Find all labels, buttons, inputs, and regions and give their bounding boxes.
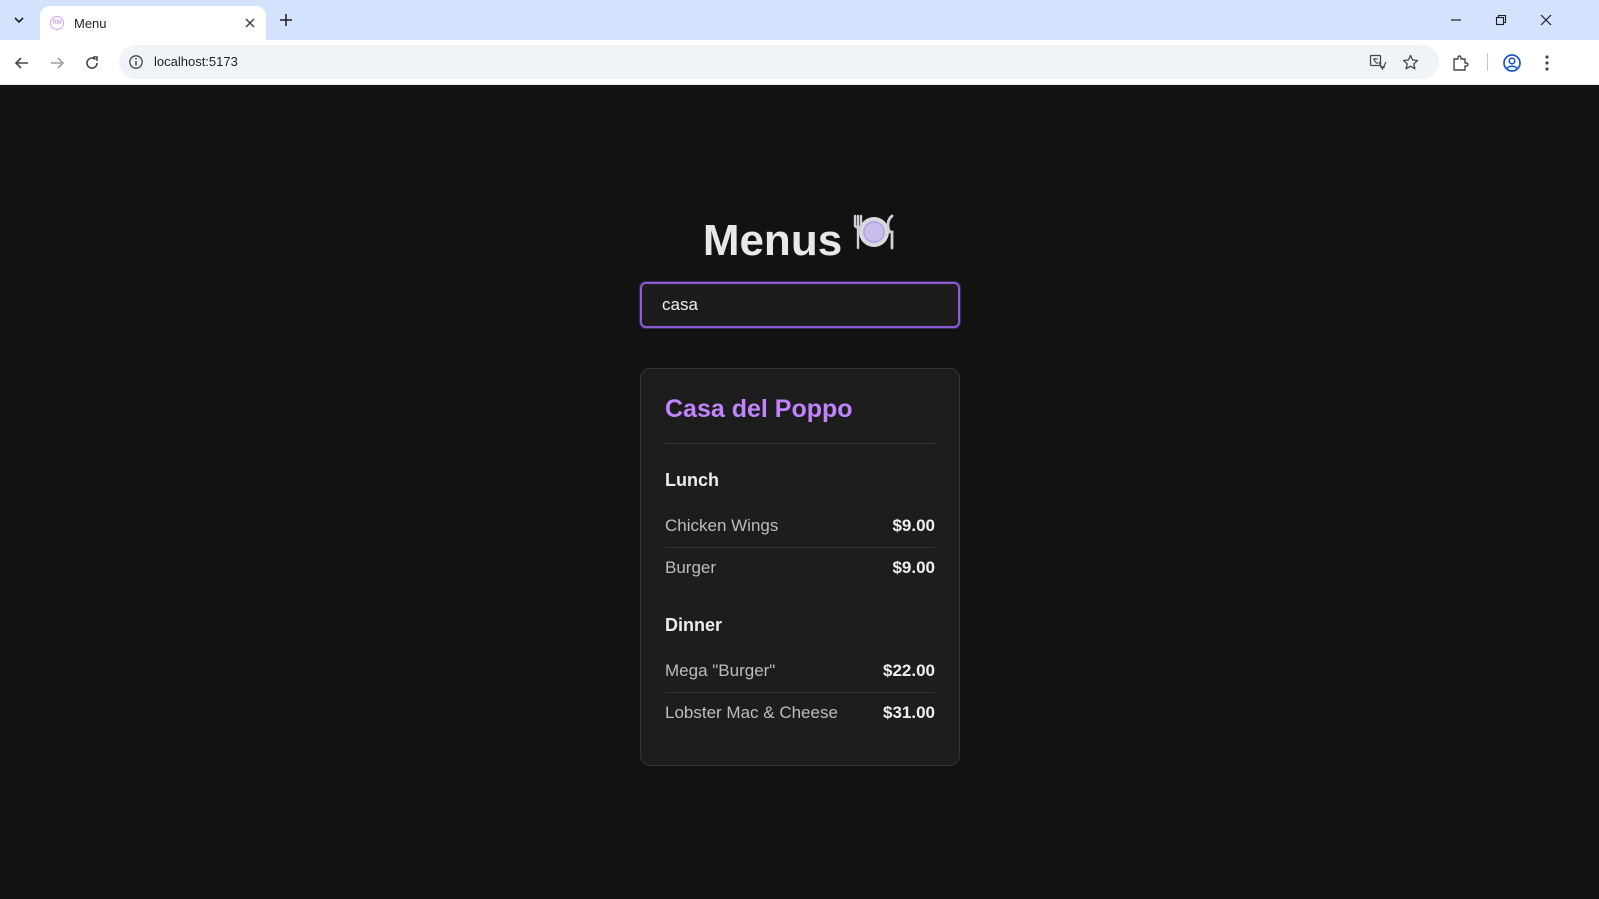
new-tab-plus-icon[interactable] bbox=[274, 8, 298, 32]
menu-item-name: Mega "Burger" bbox=[665, 661, 776, 680]
bookmark-star-icon[interactable] bbox=[1398, 51, 1422, 73]
toolbar-separator bbox=[1487, 53, 1488, 71]
menu-item-name: Chicken Wings bbox=[665, 516, 779, 535]
card-divider bbox=[665, 443, 935, 444]
menu-item-row: Burger $9.00 bbox=[665, 547, 935, 589]
tab-list-chevron-down-icon[interactable] bbox=[6, 8, 32, 32]
browser-toolbar: localhost:5173 bbox=[0, 40, 1599, 85]
menu-item-name: Lobster Mac & Cheese bbox=[665, 703, 838, 722]
profile-avatar-icon[interactable] bbox=[1498, 49, 1526, 77]
page-title-text: Menus bbox=[702, 216, 843, 265]
section-title-dinner: Dinner bbox=[665, 615, 723, 635]
forward-arrow-icon[interactable] bbox=[43, 49, 71, 77]
menu-item-price: $22.00 bbox=[883, 661, 935, 680]
menu-item-row: Lobster Mac & Cheese $31.00 bbox=[665, 692, 935, 734]
site-info-icon[interactable] bbox=[125, 51, 147, 73]
menu-item-price: $9.00 bbox=[892, 558, 935, 577]
page-title: Menus bbox=[0, 212, 1599, 267]
back-arrow-icon[interactable] bbox=[8, 49, 36, 77]
tab-close-icon[interactable] bbox=[240, 13, 260, 33]
tab-favicon-icon: RM bbox=[50, 16, 64, 30]
browser-tab-bar: RM Menu bbox=[0, 0, 1599, 40]
menu-item-row: Chicken Wings $9.00 bbox=[665, 505, 935, 548]
section-title-lunch: Lunch bbox=[665, 470, 719, 490]
menu-item-name: Burger bbox=[665, 558, 717, 577]
restaurant-card: Casa del Poppo Lunch Chicken Wings $9.00… bbox=[640, 368, 960, 766]
plate-with-cutlery-icon bbox=[852, 212, 896, 264]
minimize-icon[interactable] bbox=[1433, 0, 1479, 40]
extensions-puzzle-icon[interactable] bbox=[1446, 49, 1474, 77]
browser-tab[interactable]: RM Menu bbox=[40, 6, 266, 40]
more-menu-icon[interactable] bbox=[1533, 49, 1561, 77]
menu-item-price: $9.00 bbox=[892, 516, 935, 535]
restaurant-name[interactable]: Casa del Poppo bbox=[665, 395, 853, 424]
restore-icon[interactable] bbox=[1478, 0, 1524, 40]
search-input[interactable] bbox=[640, 282, 960, 328]
reload-icon[interactable] bbox=[78, 49, 106, 77]
close-window-icon[interactable] bbox=[1523, 0, 1569, 40]
translate-icon[interactable] bbox=[1366, 51, 1390, 73]
menu-item-row: Mega "Burger" $22.00 bbox=[665, 650, 935, 693]
menu-item-price: $31.00 bbox=[883, 703, 935, 722]
page-content: Menus Casa del Poppo Lunch Chicken Wings… bbox=[0, 85, 1599, 899]
url-text: localhost:5173 bbox=[154, 54, 238, 69]
tab-title: Menu bbox=[74, 15, 107, 31]
address-bar[interactable]: localhost:5173 bbox=[119, 45, 1439, 79]
